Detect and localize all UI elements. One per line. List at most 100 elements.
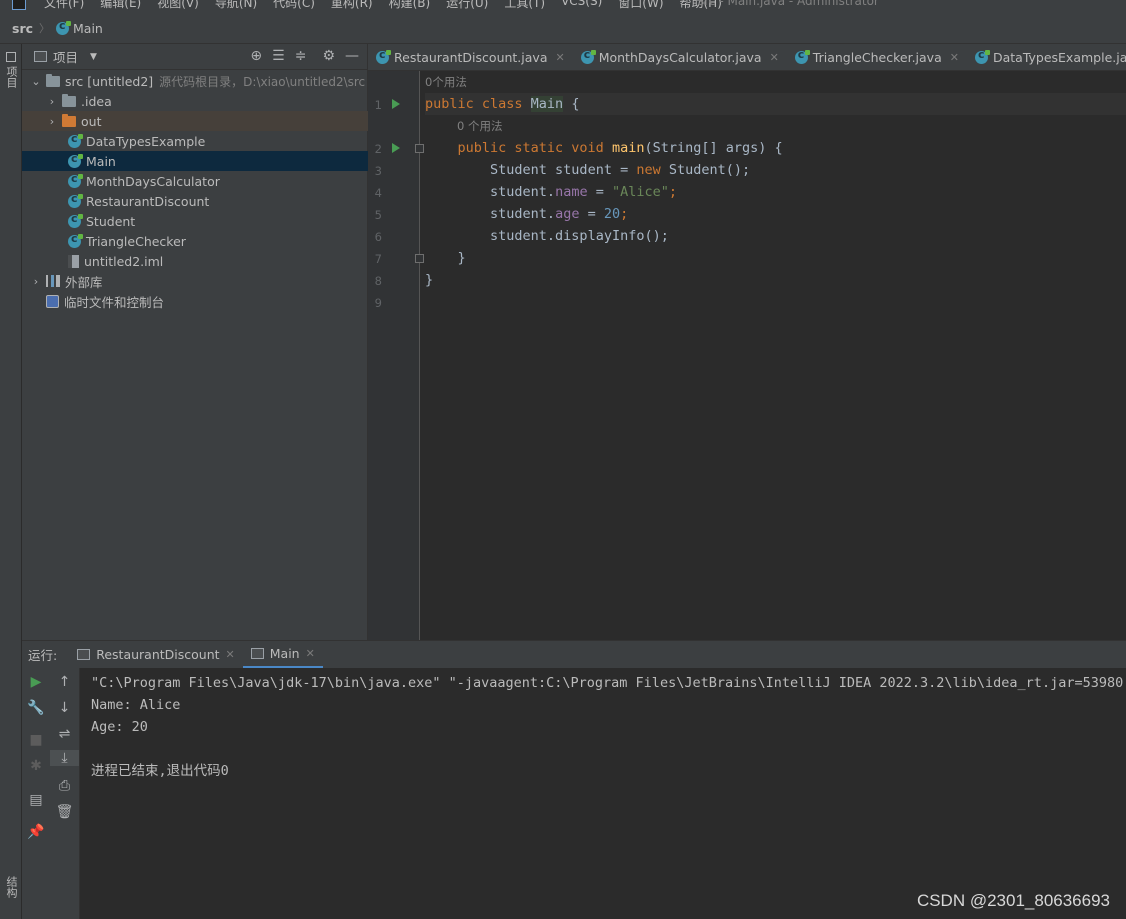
run-class-icon[interactable] [392,99,400,109]
tree-item-src[interactable]: ⌄ src [untitled2] 源代码根目录，D:\xiao\untitle… [22,71,368,91]
run-tab-main[interactable]: Main ✕ [242,641,323,669]
debug-icon[interactable]: ✱ [22,758,50,774]
class-icon [68,232,83,248]
code-area[interactable]: 0个用法 public class Main { 0 个用法 public st… [425,71,1126,313]
chevron-right-icon[interactable]: › [46,95,58,108]
expand-all-icon[interactable]: ☰ [272,48,285,64]
gear-icon[interactable]: ⚙ [322,48,335,64]
editor-gutter: 1 2 3 4 5 6 7 8 9 [368,71,424,640]
collapse-all-icon[interactable]: ≑ [295,48,307,64]
tree-item-label: DataTypesExample [86,133,206,149]
menu-refactor[interactable]: 重构(R) [331,0,373,11]
menu-view[interactable]: 视图(V) [157,0,199,11]
tree-item-untitled2-iml[interactable]: untitled2.iml [22,251,368,271]
tree-item-label: out [81,113,102,129]
menu-edit[interactable]: 编辑(E) [100,0,141,11]
console-output[interactable]: "C:\Program Files\Java\jdk-17\bin\java.e… [80,668,1126,919]
close-icon[interactable]: ✕ [555,51,564,64]
tree-item-scratches[interactable]: 临时文件和控制台 [22,291,368,311]
layout-icon[interactable]: ▤ [22,792,50,808]
wrench-icon[interactable]: 🔧 [22,700,50,716]
tree-item-label: 临时文件和控制台 [64,294,165,310]
arrow-down-icon[interactable]: ↓ [50,700,79,716]
console-toolbar: ↑ ↓ ⇌ ⤓ ⎙ 🗑 [50,668,80,919]
usage-hint[interactable]: 0个用法 [425,71,1126,93]
project-panel-title[interactable]: 项目 [53,47,78,66]
module-folder-icon [46,73,60,87]
tree-item-label: 外部库 [65,274,103,290]
tab-datatypesexample[interactable]: DataTypesExample.java ✕ [967,44,1126,70]
fold-icon[interactable] [415,144,424,153]
library-icon [46,275,60,287]
menu-code[interactable]: 代码(C) [273,0,315,11]
run-tab-restaurantdiscount[interactable]: RestaurantDiscount ✕ [69,641,243,669]
menu-build[interactable]: 构建(B) [389,0,431,11]
tree-item-restaurantdiscount[interactable]: RestaurantDiscount [22,191,368,211]
trash-icon[interactable]: 🗑 [50,804,79,820]
structure-tool-button[interactable]: 结构 [3,876,19,898]
tree-item-main[interactable]: Main [22,151,368,171]
code-line: } [457,250,466,266]
tree-item-external-libraries[interactable]: › 外部库 [22,271,368,291]
rerun-icon[interactable]: ▶ [22,674,50,690]
tab-trianglechecker[interactable]: TriangleChecker.java ✕ [787,44,967,70]
tree-item-out[interactable]: › out [22,111,368,131]
close-icon[interactable]: ✕ [226,648,235,661]
chevron-down-icon[interactable]: ▼ [90,52,97,62]
close-icon[interactable]: ✕ [950,51,959,64]
chevron-right-icon[interactable]: › [46,115,58,128]
class-icon [68,132,83,148]
excluded-folder-icon [62,113,76,127]
locate-file-icon[interactable]: ⊕ [250,48,262,64]
project-tool-button[interactable]: 项目 [3,66,19,88]
tree-item-student[interactable]: Student [22,211,368,231]
menu-tools[interactable]: 工具(T) [504,0,545,11]
menu-run[interactable]: 运行(U) [446,0,488,11]
scroll-to-end-icon[interactable]: ⤓ [50,750,79,766]
project-tool-icon[interactable] [6,52,16,62]
line-number: 7 [374,252,382,266]
pin-icon[interactable]: 📌 [22,824,50,840]
run-tab-label: RestaurantDiscount [96,647,220,662]
soft-wrap-icon[interactable]: ⇌ [50,726,79,742]
project-panel-toolbar: ⊕ ☰ ≑ ⚙ — [250,48,359,64]
tree-item-datatypesexample[interactable]: DataTypesExample [22,131,368,151]
class-icon [68,152,83,168]
menu-vcs[interactable]: VCS(S) [561,0,602,11]
console-icon [250,647,264,659]
print-icon[interactable]: ⎙ [50,778,79,794]
usage-hint[interactable]: 0 个用法 [425,115,1126,137]
code-line: public static void main(String[] args) { [457,140,783,156]
breadcrumb-main[interactable]: Main [73,21,103,36]
chevron-right-icon[interactable]: › [30,275,42,288]
tab-monthdayscalculator[interactable]: MonthDaysCalculator.java ✕ [573,44,787,70]
code-line: student.age = 20; [490,206,629,222]
close-icon[interactable]: ✕ [770,51,779,64]
line-number: 2 [374,142,382,156]
menu-navigate[interactable]: 导航(N) [215,0,257,11]
menu-window[interactable]: 窗口(W) [618,0,663,11]
tab-label: MonthDaysCalculator.java [598,50,762,65]
code-line: student.name = "Alice"; [490,184,678,200]
menu-file[interactable]: 文件(F) [44,0,84,11]
breadcrumb-src[interactable]: src [12,21,33,36]
stop-icon[interactable]: ■ [22,732,50,748]
tree-item-monthdayscalculator[interactable]: MonthDaysCalculator [22,171,368,191]
line-number: 3 [374,164,382,178]
tab-restaurantdiscount[interactable]: RestaurantDiscount.java ✕ [368,44,573,70]
folder-icon [62,93,76,107]
tree-item-idea[interactable]: › .idea [22,91,368,111]
class-icon [580,48,596,64]
minimize-icon[interactable]: — [345,48,359,64]
run-main-icon[interactable] [392,143,400,153]
arrow-up-icon[interactable]: ↑ [50,674,79,690]
run-label: 运行: [28,648,58,663]
tab-label: RestaurantDiscount.java [394,50,548,65]
fold-icon[interactable] [415,254,424,263]
project-view-icon [34,51,47,62]
close-icon[interactable]: ✕ [306,647,315,660]
tree-item-trianglechecker[interactable]: TriangleChecker [22,231,368,251]
code-editor[interactable]: 1 2 3 4 5 6 7 8 9 0个用法 public class Main… [368,71,1126,640]
watermark: CSDN @2301_80636693 [916,891,1110,910]
chevron-down-icon[interactable]: ⌄ [30,75,42,88]
